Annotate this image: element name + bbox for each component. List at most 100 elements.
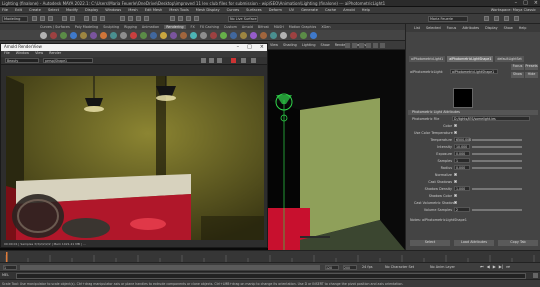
viewport-menu-view[interactable]: View: [270, 43, 278, 47]
shelf-tab-arnold[interactable]: Arnold: [242, 25, 253, 29]
attr-menu-show[interactable]: Show: [504, 26, 513, 30]
menu-edit-mesh[interactable]: Edit Mesh: [145, 8, 163, 12]
step-back-icon[interactable]: ◀: [487, 264, 490, 269]
shelf-tool-icon[interactable]: [130, 32, 137, 39]
live-surface-field[interactable]: No Live Surface: [228, 16, 258, 22]
crop-icon[interactable]: [209, 58, 214, 63]
attr-menu-help[interactable]: Help: [519, 26, 527, 30]
tool-settings-icon[interactable]: [504, 16, 509, 21]
shelf-tab-xgen[interactable]: XGen: [321, 25, 330, 29]
shelf-tool-icon[interactable]: [260, 32, 267, 39]
field-value[interactable]: 6500.000: [454, 137, 471, 142]
current-frame-marker[interactable]: [6, 252, 8, 262]
range-end-field[interactable]: 120: [325, 265, 339, 270]
isolate-select-icon[interactable]: [380, 43, 385, 48]
load-attributes-button[interactable]: Load Attributes: [454, 240, 494, 246]
use-all-lights-icon[interactable]: [366, 43, 371, 48]
show-button[interactable]: Show: [511, 72, 524, 78]
shelf-tab-fx[interactable]: FX: [191, 25, 195, 29]
camera-selector[interactable]: persp/Shape1: [43, 58, 93, 63]
shelf-tool-icon[interactable]: [40, 32, 47, 39]
rv-maximize-icon[interactable]: □: [247, 44, 252, 50]
time-slider[interactable]: [0, 250, 540, 263]
render-image[interactable]: [6, 76, 264, 240]
character-set-selector[interactable]: No Character Set: [385, 265, 414, 269]
attr-menu-list[interactable]: List: [414, 26, 420, 30]
menu-deform[interactable]: Deform: [269, 8, 282, 12]
viewport-menu-shading[interactable]: Shading: [283, 43, 297, 47]
ipr-render-icon[interactable]: [178, 16, 183, 21]
shelf-tab-custom[interactable]: Custom: [224, 25, 237, 29]
wireframe-icon[interactable]: [345, 43, 350, 48]
field-checkbox[interactable]: [454, 124, 457, 127]
field-slider[interactable]: [472, 153, 522, 155]
snap-curve-icon[interactable]: [128, 16, 133, 21]
attr-menu-focus[interactable]: Focus: [447, 26, 457, 30]
shelf-tool-icon[interactable]: [60, 32, 67, 39]
shelf-tool-icon[interactable]: [210, 32, 217, 39]
save-scene-icon[interactable]: [48, 16, 53, 21]
shelf-tool-icon[interactable]: [240, 32, 247, 39]
shelf-tool-icon[interactable]: [80, 32, 87, 39]
script-editor-icon[interactable]: [533, 273, 538, 278]
field-value[interactable]: 0.000: [454, 151, 470, 156]
isolate-icon[interactable]: [217, 58, 222, 63]
snapshot-icon[interactable]: [201, 58, 206, 63]
render-current-frame-icon[interactable]: [170, 16, 175, 21]
fps-selector[interactable]: 24 fps: [362, 265, 373, 269]
field-checkbox[interactable]: [454, 194, 457, 197]
shelf-tool-icon[interactable]: [110, 32, 117, 39]
go-to-end-icon[interactable]: ⏭: [506, 264, 510, 269]
anim-end-field[interactable]: 200: [343, 265, 357, 270]
attr-tab-aiphotometriclight1[interactable]: aiPhotometricLight1: [409, 56, 446, 62]
photometric-file-field[interactable]: D:/lights/IES/somelight.ies: [452, 116, 530, 121]
shelf-tab-rigging[interactable]: Rigging: [124, 25, 137, 29]
field-value[interactable]: 2: [454, 207, 470, 212]
select-button[interactable]: Select: [410, 240, 450, 246]
menu-mesh[interactable]: Mesh: [128, 8, 137, 12]
shelf-tab-poly-modeling[interactable]: Poly Modeling: [75, 25, 98, 29]
menu-cache[interactable]: Cache: [325, 8, 336, 12]
shelf-tab-sculpting[interactable]: Sculpting: [103, 25, 119, 29]
workspace-selector[interactable]: Workspace: Maya Classic: [491, 8, 536, 12]
shelf-tab-rendering[interactable]: Rendering: [164, 25, 186, 29]
field-slider[interactable]: [472, 160, 522, 162]
menu-set-dropdown[interactable]: Modeling: [2, 16, 28, 22]
shelf-tool-icon[interactable]: [280, 32, 287, 39]
shelf-tab-curves-surfaces[interactable]: Curves / Surfaces: [40, 25, 70, 29]
shelf-tool-icon[interactable]: [230, 32, 237, 39]
snap-view-plane-icon[interactable]: [144, 16, 149, 21]
menu-file[interactable]: File: [2, 8, 8, 12]
viewport-menu-lighting[interactable]: Lighting: [302, 43, 316, 47]
snap-point-icon[interactable]: [136, 16, 141, 21]
shelf-tool-icon[interactable]: [140, 32, 147, 39]
hypershade-icon[interactable]: [194, 16, 199, 21]
step-forward-icon[interactable]: ▶|: [499, 264, 503, 269]
attr-menu-selected[interactable]: Selected: [426, 26, 441, 30]
menu-arnold[interactable]: Arnold: [343, 8, 355, 12]
shelf-tab-motion-graphics[interactable]: Motion Graphics: [289, 25, 317, 29]
field-slider[interactable]: [472, 167, 522, 169]
anim-layer-selector[interactable]: No Anim Layer: [430, 265, 455, 269]
field-value[interactable]: 1: [454, 158, 470, 163]
select-by-hierarchy-icon[interactable]: [84, 16, 89, 21]
shelf-tab-mash[interactable]: MASH: [274, 25, 284, 29]
menu-modify[interactable]: Modify: [66, 8, 78, 12]
menu-uv[interactable]: UV: [289, 8, 294, 12]
menu-windows[interactable]: Windows: [105, 8, 121, 12]
focus-button[interactable]: Focus: [511, 64, 524, 70]
hide-button[interactable]: Hide: [525, 72, 538, 78]
menu-curves[interactable]: Curves: [227, 8, 239, 12]
select-by-object-icon[interactable]: [92, 16, 97, 21]
redo-icon[interactable]: [70, 16, 75, 21]
play-icon[interactable]: ▶: [493, 264, 496, 269]
minimize-icon[interactable]: –: [515, 0, 518, 6]
shelf-tab-animation[interactable]: Animation: [142, 25, 159, 29]
channel-box-icon[interactable]: [514, 16, 519, 21]
user-account[interactable]: Maria Feuerle: [428, 16, 468, 22]
attr-menu-attributes[interactable]: Attributes: [462, 26, 479, 30]
menu-mesh-tools[interactable]: Mesh Tools: [169, 8, 188, 12]
maximize-icon[interactable]: □: [523, 0, 528, 6]
menu-surfaces[interactable]: Surfaces: [246, 8, 262, 12]
aov-selector[interactable]: Beauty: [5, 58, 39, 63]
